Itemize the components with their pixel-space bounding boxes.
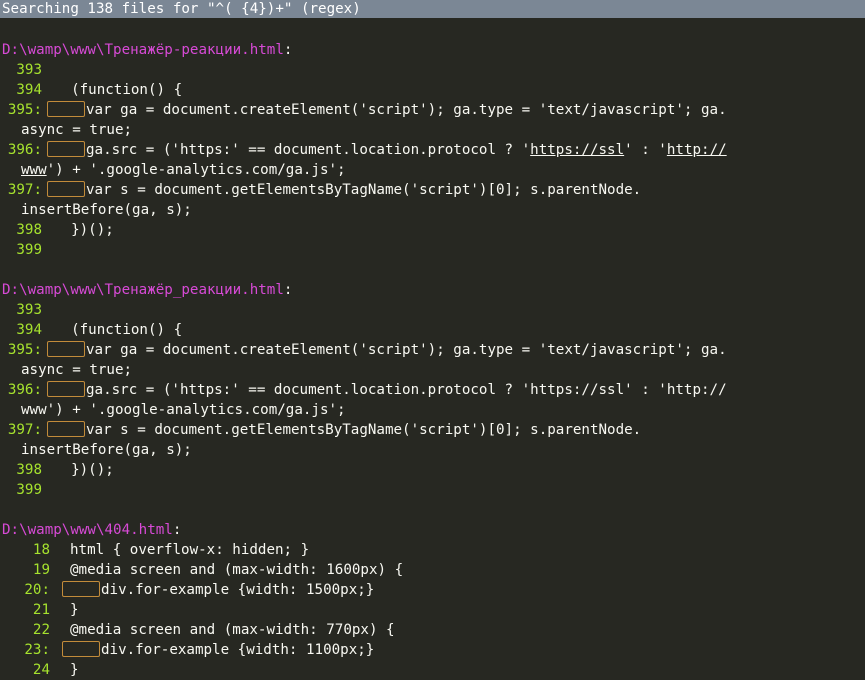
match-highlight <box>47 141 85 157</box>
file-path-link[interactable]: D:\wamp\www\Тренажёр-реакции.html: <box>0 40 865 60</box>
line-number: 24 <box>32 662 50 678</box>
match-line[interactable]: 396: ga.src = ('https:' == document.locat… <box>0 380 865 400</box>
line-number: 21 <box>32 602 50 618</box>
match-line[interactable]: 23: div.for-example {width: 1100px;} <box>0 640 865 660</box>
context-line: 394 (function() { <box>0 320 865 340</box>
line-number: 394 <box>16 82 42 98</box>
file-path-link[interactable]: D:\wamp\www\Тренажёр_реакции.html: <box>0 280 865 300</box>
match-highlight <box>47 421 85 437</box>
search-results-header: Searching 138 files for "^( {4})+" (rege… <box>0 0 865 18</box>
line-number: 398 <box>16 462 42 478</box>
wrapped-line: async = true; <box>21 362 133 378</box>
context-line: 399 <box>0 480 865 500</box>
line-number: 20: <box>24 582 50 598</box>
file-path[interactable]: D:\wamp\www\Тренажёр-реакции.html <box>0 42 284 58</box>
match-line[interactable]: 395: var ga = document.createElement('scr… <box>0 100 865 120</box>
line-number: 399 <box>16 242 42 258</box>
match-line[interactable]: 395: var ga = document.createElement('scr… <box>0 340 865 360</box>
context-line: 19 @media screen and (max-width: 1600px) … <box>0 560 865 580</box>
match-highlight <box>62 641 100 657</box>
line-number: 397: <box>7 182 42 198</box>
wrapped-line: insertBefore(ga, s); <box>21 202 192 218</box>
context-line: 394 (function() { <box>0 80 865 100</box>
line-number: 23: <box>24 642 50 658</box>
wrapped-line: www') + '.google-analytics.com/ga.js'; <box>21 162 346 178</box>
match-highlight <box>62 581 100 597</box>
line-number: 395: <box>7 342 42 358</box>
match-line[interactable]: 20: div.for-example {width: 1500px;} <box>0 580 865 600</box>
wrapped-line: insertBefore(ga, s); <box>21 442 192 458</box>
line-number: 396: <box>7 382 42 398</box>
line-number: 18 <box>32 542 50 558</box>
search-results: D:\wamp\www\Тренажёр-реакции.html: 393 3… <box>0 18 865 680</box>
context-line: 398 })(); <box>0 460 865 480</box>
context-line: 21} <box>0 600 865 620</box>
file-path-link[interactable]: D:\wamp\www\404.html: <box>0 520 865 540</box>
match-highlight <box>47 381 85 397</box>
line-number: 393 <box>16 302 42 318</box>
context-line: 399 <box>0 240 865 260</box>
line-number: 398 <box>16 222 42 238</box>
line-number: 395: <box>7 102 42 118</box>
line-number: 397: <box>7 422 42 438</box>
line-number: 22 <box>32 622 50 638</box>
match-line[interactable]: 397: var s = document.getElementsByTagNam… <box>0 420 865 440</box>
url-link[interactable]: https://ssl <box>530 142 624 158</box>
wrapped-line: async = true; <box>21 122 133 138</box>
line-number: 396: <box>7 142 42 158</box>
match-highlight <box>47 181 85 197</box>
line-number: 19 <box>32 562 50 578</box>
line-number: 393 <box>16 62 42 78</box>
line-number: 394 <box>16 322 42 338</box>
match-highlight <box>47 341 85 357</box>
context-line: 24} <box>0 660 865 680</box>
context-line: 393 <box>0 300 865 320</box>
url-link[interactable]: http:// <box>667 142 727 158</box>
wrapped-line: www') + '.google-analytics.com/ga.js'; <box>21 402 346 418</box>
context-line: 393 <box>0 60 865 80</box>
file-path[interactable]: D:\wamp\www\Тренажёр_реакции.html <box>0 282 284 298</box>
file-path[interactable]: D:\wamp\www\404.html <box>0 522 173 538</box>
context-line: 18 html { overflow-x: hidden; } <box>0 540 865 560</box>
context-line: 398 })(); <box>0 220 865 240</box>
line-number: 399 <box>16 482 42 498</box>
match-line[interactable]: 396: ga.src = ('https:' == document.locat… <box>0 140 865 160</box>
match-highlight <box>47 101 85 117</box>
context-line: 22 @media screen and (max-width: 770px) { <box>0 620 865 640</box>
match-line[interactable]: 397: var s = document.getElementsByTagNam… <box>0 180 865 200</box>
